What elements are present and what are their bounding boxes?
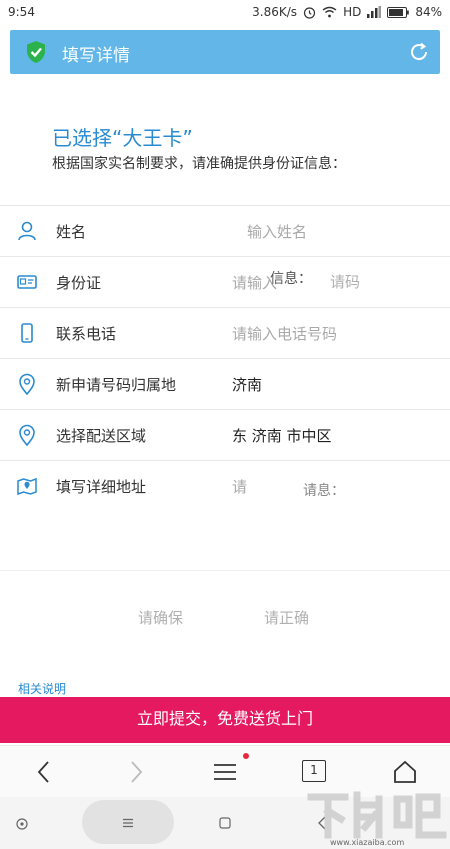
back-icon[interactable] [30, 758, 58, 786]
form-row-delivery-area[interactable]: 选择配送区域 东 济南 市中区 [0, 410, 450, 461]
form-row-address[interactable]: 填写详细地址 请 [0, 461, 450, 512]
title-bar: 填写详情 [10, 30, 440, 74]
wifi-icon [322, 6, 337, 18]
phone-icon [21, 323, 33, 343]
tabs-button[interactable]: 1 [302, 760, 326, 782]
form-row-name[interactable]: 姓名 输入姓名 [0, 206, 450, 257]
id-card-icon [17, 275, 37, 289]
assist-icon[interactable] [16, 818, 28, 830]
forward-icon[interactable] [122, 758, 150, 786]
battery-level: 84% [415, 5, 442, 19]
refresh-icon[interactable] [408, 41, 430, 63]
name-input[interactable]: 输入姓名 [247, 221, 307, 242]
submit-button[interactable]: 立即提交，免费送货上门 [0, 697, 450, 743]
number-location-label: 新申请号码归属地 [56, 376, 177, 394]
recents-icon[interactable] [219, 817, 231, 829]
menu-icon[interactable] [211, 758, 239, 786]
ghost-text-id-end: 请码 [330, 273, 361, 291]
alarm-icon [303, 6, 316, 19]
network-type: HD [343, 5, 362, 19]
address-input[interactable]: 请 [232, 476, 247, 497]
home-icon[interactable] [391, 758, 419, 786]
signal-icon [367, 6, 382, 18]
address-label: 填写详细地址 [56, 478, 147, 496]
shield-check-icon [27, 41, 45, 63]
real-name-notice: 根据国家实名制要求，请准确提供身份证信息： [52, 156, 346, 172]
form-row-number-location[interactable]: 新申请号码归属地 济南 [0, 359, 450, 410]
status-time: 9:54 [8, 5, 35, 19]
form-row-phone[interactable]: 联系电话 请输入电话号码 [0, 308, 450, 359]
confirm-hint-left: 请确保 [138, 609, 184, 627]
status-bar: 9:54 3.86K/s HD 84% [0, 0, 450, 25]
page-title: 填写详情 [62, 46, 130, 66]
name-label: 姓名 [56, 223, 87, 241]
number-location-value[interactable]: 济南 [232, 374, 262, 395]
ghost-text-id-mid: 信息： [270, 271, 312, 287]
map-icon [17, 477, 37, 496]
location-pin-icon [19, 424, 35, 446]
network-speed: 3.86K/s [252, 5, 298, 19]
form-row-id-card[interactable]: 身份证 请输入 [0, 257, 450, 308]
battery-icon [387, 6, 410, 18]
phone-label: 联系电话 [56, 325, 117, 343]
confirm-hint-right: 请正确 [264, 609, 310, 627]
related-info-link[interactable]: 相关说明 [18, 680, 66, 697]
status-right: 3.86K/s HD 84% [252, 5, 442, 19]
location-pin-icon [19, 373, 35, 395]
ghost-text-address-mid: 请息： [303, 483, 345, 499]
watermark-logo [307, 791, 447, 839]
phone-input[interactable]: 请输入电话号码 [232, 323, 337, 344]
notification-dot [243, 753, 249, 759]
delivery-area-label: 选择配送区域 [56, 427, 147, 445]
info-form: 姓名 输入姓名 身份证 请输入 联系电话 请输入电话号码 新申请号码归属地 济南… [0, 205, 450, 512]
nav-menu-icon[interactable] [122, 817, 134, 829]
delivery-area-value[interactable]: 东 济南 市中区 [232, 425, 332, 446]
section-divider [0, 570, 450, 571]
watermark-url: www.xiazaiba.com [330, 838, 405, 847]
selected-card-heading: 已选择“大王卡” [52, 126, 193, 150]
person-icon [18, 221, 36, 241]
id-card-label: 身份证 [56, 274, 102, 292]
